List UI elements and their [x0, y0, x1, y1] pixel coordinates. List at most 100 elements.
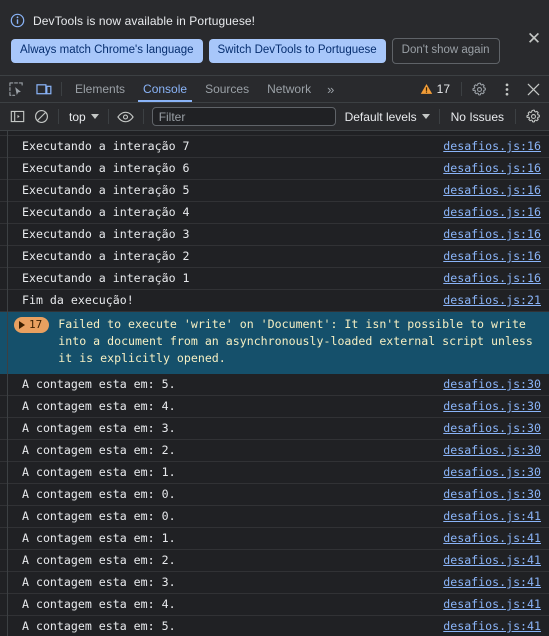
- console-row[interactable]: Executando a interação 4 desafios.js:16: [0, 202, 549, 224]
- more-tabs-icon[interactable]: »: [320, 76, 341, 102]
- console-row[interactable]: A contagem esta em: 1. desafios.js:30: [0, 462, 549, 484]
- inspect-element-icon[interactable]: [3, 76, 30, 102]
- always-match-language-button[interactable]: Always match Chrome's language: [11, 39, 203, 63]
- console-error-row[interactable]: 17 Failed to execute 'write' on 'Document…: [0, 312, 549, 374]
- devtools-window: DevTools is now available in Portuguese!…: [0, 0, 549, 636]
- chevron-down-icon: [90, 114, 99, 119]
- filterbar-divider-4: [438, 109, 440, 124]
- console-row[interactable]: A contagem esta em: 4. desafios.js:41: [0, 594, 549, 616]
- chevron-down-icon-levels: [421, 114, 430, 119]
- console-settings-gear-icon[interactable]: [521, 106, 545, 128]
- info-circle-icon: [10, 13, 25, 28]
- console-error-text: Failed to execute 'write' on 'Document':…: [58, 317, 540, 365]
- console-row[interactable]: A contagem esta em: 1. desafios.js:41: [0, 528, 549, 550]
- console-row[interactable]: Executando a interação 7 desafios.js:16: [0, 136, 549, 158]
- console-source-link[interactable]: desafios.js:30: [443, 398, 541, 415]
- banner-message-row: DevTools is now available in Portuguese!: [10, 13, 539, 28]
- expand-triangle-icon: [19, 321, 25, 329]
- console-message-text: A contagem esta em: 4.: [22, 399, 176, 413]
- tabbar-right-actions: 17: [415, 76, 549, 102]
- device-toolbar-icon[interactable]: [30, 76, 57, 102]
- console-source-link[interactable]: desafios.js:16: [443, 226, 541, 243]
- close-devtools-icon[interactable]: [520, 76, 547, 102]
- console-message-text: Executando a interação 2: [22, 249, 190, 263]
- console-source-link[interactable]: desafios.js:16: [443, 160, 541, 177]
- gear-icon[interactable]: [466, 76, 493, 102]
- console-message-text: A contagem esta em: 2.: [22, 553, 176, 567]
- console-source-link[interactable]: desafios.js:41: [443, 508, 541, 525]
- console-message-text: A contagem esta em: 5.: [22, 377, 176, 391]
- banner-close-icon[interactable]: ✕: [525, 29, 543, 47]
- console-message-text: A contagem esta em: 5.: [22, 619, 176, 633]
- console-row[interactable]: Executando a interação 5 desafios.js:16: [0, 180, 549, 202]
- console-message-text: Fim da execução!: [22, 293, 134, 307]
- console-source-link[interactable]: desafios.js:41: [443, 552, 541, 569]
- console-row[interactable]: Fim da execução! desafios.js:21: [0, 290, 549, 312]
- console-row[interactable]: Executando a interação 2 desafios.js:16: [0, 246, 549, 268]
- console-message-text: A contagem esta em: 1.: [22, 465, 176, 479]
- warning-count: 17: [436, 82, 450, 96]
- filterbar-divider-1: [58, 109, 59, 124]
- error-group-badge[interactable]: 17: [14, 317, 50, 333]
- console-source-link[interactable]: desafios.js:30: [443, 464, 541, 481]
- console-source-link[interactable]: desafios.js:30: [443, 486, 541, 503]
- console-message-list: Executando a interação 7 desafios.js:16 Ex…: [0, 131, 549, 636]
- console-source-link[interactable]: desafios.js:41: [443, 596, 541, 613]
- console-row[interactable]: A contagem esta em: 4. desafios.js:30: [0, 396, 549, 418]
- console-row[interactable]: A contagem esta em: 5. desafios.js:30: [0, 374, 549, 396]
- console-source-link[interactable]: desafios.js:16: [443, 248, 541, 265]
- error-repeat-count: 17: [29, 318, 43, 331]
- console-source-link[interactable]: desafios.js:16: [443, 182, 541, 199]
- console-row[interactable]: Executando a interação 1 desafios.js:16: [0, 268, 549, 290]
- console-source-link[interactable]: desafios.js:16: [443, 204, 541, 221]
- console-row[interactable]: Executando a interação 6 desafios.js:16: [0, 158, 549, 180]
- filter-input[interactable]: [151, 107, 336, 126]
- console-source-link[interactable]: desafios.js:21: [443, 292, 541, 309]
- console-source-link[interactable]: desafios.js:30: [443, 420, 541, 437]
- console-source-link[interactable]: desafios.js:41: [443, 530, 541, 547]
- tab-console[interactable]: Console: [134, 76, 196, 102]
- console-message-text: A contagem esta em: 0.: [22, 487, 176, 501]
- tab-sources[interactable]: Sources: [196, 76, 258, 102]
- console-row[interactable]: A contagem esta em: 2. desafios.js:41: [0, 550, 549, 572]
- console-source-link[interactable]: desafios.js:30: [443, 376, 541, 393]
- console-source-link[interactable]: desafios.js:16: [443, 138, 541, 155]
- log-levels-label: Default levels: [344, 109, 417, 124]
- console-source-link[interactable]: desafios.js:41: [443, 618, 541, 635]
- console-source-link[interactable]: desafios.js:41: [443, 574, 541, 591]
- toolbar-divider: [61, 82, 62, 96]
- filterbar-divider-5: [515, 109, 516, 124]
- filterbar-divider-2: [107, 109, 109, 124]
- dont-show-again-button[interactable]: Don't show again: [391, 38, 500, 64]
- warning-triangle-icon: [420, 84, 432, 94]
- console-gutter-divider: [7, 131, 8, 636]
- tab-elements[interactable]: Elements: [66, 76, 134, 102]
- devtools-tabbar: Elements Console Sources Network » 17: [0, 76, 549, 103]
- tab-network-label: Network: [267, 82, 312, 96]
- console-row[interactable]: A contagem esta em: 0. desafios.js:30: [0, 484, 549, 506]
- issues-counter[interactable]: No Issues: [445, 108, 510, 126]
- console-row[interactable]: A contagem esta em: 2. desafios.js:30: [0, 440, 549, 462]
- console-row[interactable]: Executando a interação 3 desafios.js:16: [0, 224, 549, 246]
- console-message-text: Executando a interação 4: [22, 205, 190, 219]
- kebab-menu-icon[interactable]: [493, 76, 520, 102]
- live-expression-icon[interactable]: [114, 106, 138, 128]
- console-row[interactable]: A contagem esta em: 3. desafios.js:41: [0, 572, 549, 594]
- switch-devtools-language-button[interactable]: Switch DevTools to Portuguese: [208, 39, 386, 63]
- console-message-text: A contagem esta em: 4.: [22, 597, 176, 611]
- clear-console-icon[interactable]: [29, 106, 53, 128]
- console-row[interactable]: A contagem esta em: 5. desafios.js:41: [0, 616, 549, 636]
- execution-context-selector[interactable]: top: [64, 108, 103, 126]
- tab-console-label: Console: [143, 82, 188, 96]
- console-source-link[interactable]: desafios.js:30: [443, 442, 541, 459]
- console-row[interactable]: A contagem esta em: 0. desafios.js:41: [0, 506, 549, 528]
- warning-counter[interactable]: 17: [415, 76, 457, 102]
- console-sidebar-icon[interactable]: [5, 106, 29, 128]
- console-message-text: Executando a interação 5: [22, 183, 190, 197]
- console-message-text: A contagem esta em: 3.: [22, 575, 176, 589]
- console-output[interactable]: Executando a interação 7 desafios.js:16 Ex…: [0, 131, 549, 636]
- tab-network[interactable]: Network: [258, 76, 320, 102]
- console-source-link[interactable]: desafios.js:16: [443, 270, 541, 287]
- log-levels-selector[interactable]: Default levels: [341, 108, 434, 126]
- console-row[interactable]: A contagem esta em: 3. desafios.js:30: [0, 418, 549, 440]
